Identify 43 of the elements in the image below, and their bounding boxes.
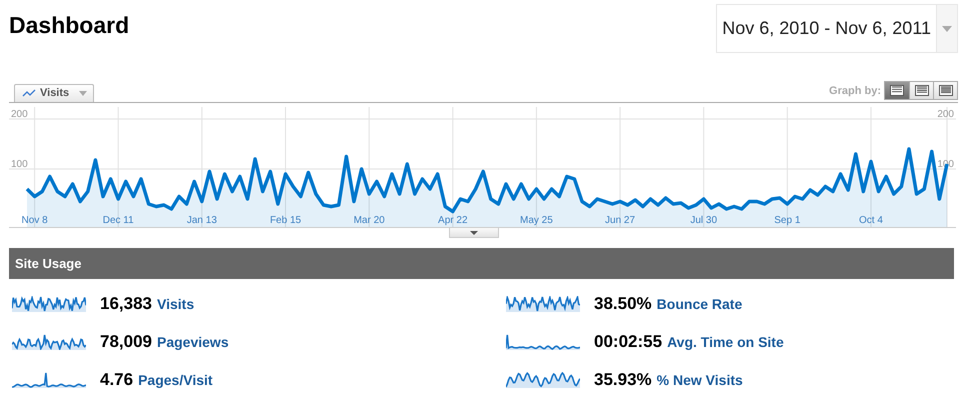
caret-icon xyxy=(470,230,478,234)
graph-by-toggle[interactable] xyxy=(909,82,933,99)
date-range-dropdown[interactable]: Nov 6, 2010 - Nov 6, 2011 xyxy=(716,4,958,53)
metric-link[interactable]: Pages/Visit xyxy=(138,372,213,388)
collapse-handle[interactable] xyxy=(448,228,498,238)
axis-label: Mar 20 xyxy=(354,215,385,226)
metric-value: 38.50% xyxy=(594,294,652,314)
axis-label: 200 xyxy=(937,109,954,120)
metric-link[interactable]: Bounce Rate xyxy=(656,296,742,312)
metric-link[interactable]: % New Visits xyxy=(656,372,743,388)
axis-label: 100 xyxy=(11,159,28,170)
axis-label: Jul 30 xyxy=(690,215,718,226)
metric-value: 78,009 xyxy=(100,332,152,352)
metric-value: 4.76 xyxy=(100,370,134,390)
caret-icon xyxy=(79,90,88,96)
axis-label: Feb 15 xyxy=(270,215,302,226)
axis-label: Jan 13 xyxy=(186,215,217,226)
axis-label: 200 xyxy=(11,109,28,120)
axis-label: May 25 xyxy=(520,215,553,226)
caret-icon xyxy=(942,26,952,32)
axis-label: Dec 11 xyxy=(102,215,134,226)
metric-link[interactable]: Visits xyxy=(157,296,194,312)
graph-by-label: Graph by: xyxy=(829,84,881,96)
graph-by-toggle[interactable] xyxy=(885,82,909,99)
metric-dropdown[interactable]: Visits xyxy=(14,84,94,102)
axis-label: Nov 8 xyxy=(22,215,48,226)
graph-by-toggle[interactable] xyxy=(933,82,957,99)
axis-label: Jun 27 xyxy=(605,215,636,226)
list-icon xyxy=(938,85,952,96)
metric-value: 16,383 xyxy=(100,294,152,314)
view-toggle-group[interactable] xyxy=(884,81,958,100)
list-icon xyxy=(914,85,928,96)
metric-value: 00:02:55 xyxy=(594,332,662,352)
metric-link[interactable]: Avg. Time on Site xyxy=(667,334,784,350)
metric-link[interactable]: Pageviews xyxy=(157,334,229,350)
axis-label: Oct 4 xyxy=(859,215,883,226)
metric-value: 35.93% xyxy=(594,370,652,390)
axis-label: Apr 22 xyxy=(438,215,468,226)
list-icon xyxy=(890,85,904,96)
line-chart-icon xyxy=(22,89,36,97)
page-title: Dashboard xyxy=(9,12,130,39)
section-header: Site Usage xyxy=(9,248,954,279)
axis-label: Sep 1 xyxy=(774,215,800,226)
